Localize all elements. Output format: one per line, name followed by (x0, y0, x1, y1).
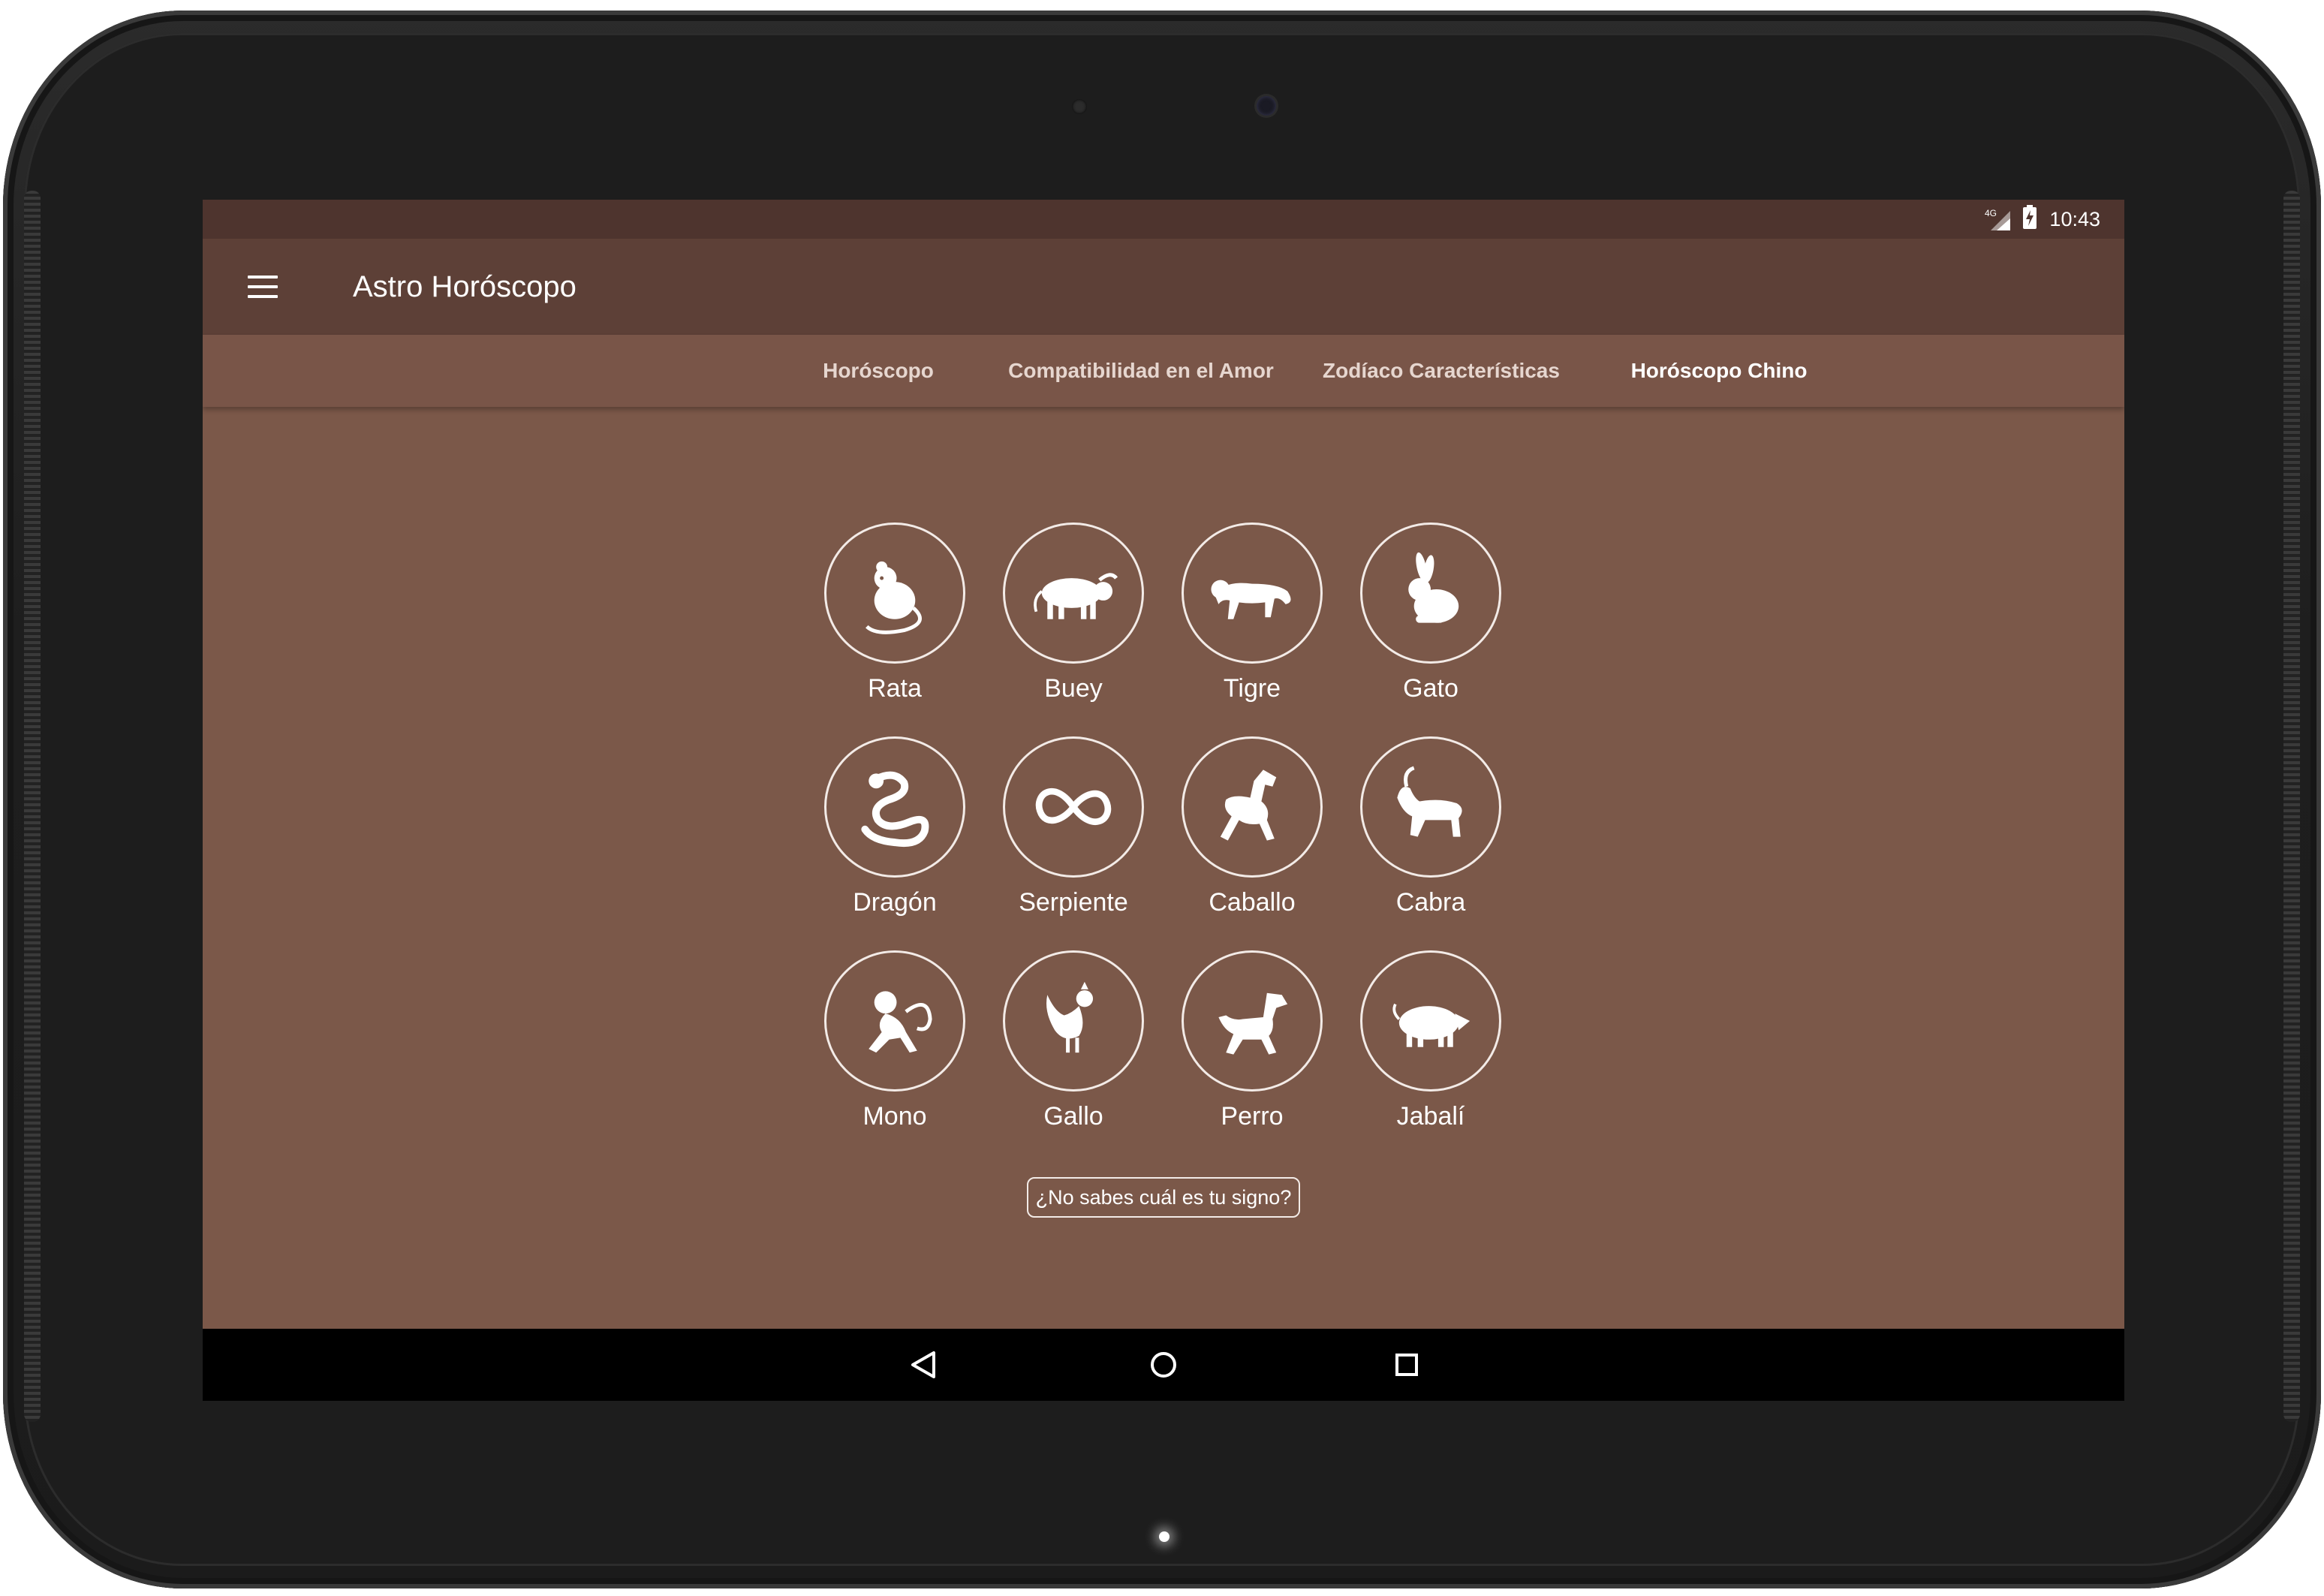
sign-tigre[interactable]: Tigre (1162, 522, 1342, 703)
notification-led (1159, 1531, 1170, 1542)
sign-caballo[interactable]: Caballo (1162, 736, 1342, 917)
snake-icon (1035, 788, 1112, 825)
find-your-sign-button[interactable]: ¿No sabes cuál es tu signo? (1027, 1177, 1300, 1218)
dragon-icon (861, 771, 929, 848)
sign-circle (824, 950, 965, 1092)
sign-label: Gallo (1043, 1102, 1103, 1131)
sign-circle (824, 736, 965, 878)
recents-square-icon[interactable] (1390, 1348, 1423, 1381)
dog-icon (1218, 992, 1288, 1055)
sign-circle (1003, 522, 1144, 664)
sign-serpiente[interactable]: Serpiente (983, 736, 1164, 917)
speaker-grille-right (2283, 191, 2300, 1422)
sign-circle (1003, 736, 1144, 878)
sign-circle (1360, 522, 1501, 664)
sign-gallo[interactable]: Gallo (983, 950, 1164, 1131)
rooster-icon (1046, 981, 1094, 1053)
sign-label: Dragón (853, 888, 937, 917)
sign-label: Perro (1221, 1102, 1284, 1131)
light-sensor (1072, 99, 1087, 114)
sign-mono[interactable]: Mono (805, 950, 985, 1131)
horse-icon (1220, 769, 1277, 841)
rat-icon (865, 561, 922, 634)
boar-icon (1392, 1003, 1471, 1047)
goat-icon (1397, 766, 1462, 837)
sign-circle (1182, 736, 1323, 878)
back-triangle-icon[interactable] (907, 1348, 940, 1381)
sign-label: Buey (1044, 674, 1103, 703)
sign-label: Mono (862, 1102, 927, 1131)
speaker-grille-left (24, 191, 41, 1422)
rabbit-icon (1408, 552, 1459, 623)
sign-circle (1182, 950, 1323, 1092)
sign-dragon[interactable]: Dragón (805, 736, 985, 917)
sign-label: Tigre (1223, 674, 1281, 703)
monkey-icon (868, 991, 932, 1053)
navigation-bar (203, 1329, 2124, 1401)
sign-circle (1003, 950, 1144, 1092)
sign-cabra[interactable]: Cabra (1341, 736, 1521, 917)
home-circle-icon[interactable] (1147, 1348, 1180, 1381)
ox-icon (1034, 573, 1118, 619)
sign-label: Gato (1403, 674, 1459, 703)
sign-circle (1360, 950, 1501, 1092)
sign-label: Caballo (1209, 888, 1296, 917)
sign-circle (1182, 522, 1323, 664)
sign-gato[interactable]: Gato (1341, 522, 1521, 703)
sign-jabali[interactable]: Jabalí (1341, 950, 1521, 1131)
front-camera (1257, 96, 1276, 116)
sign-label: Rata (868, 674, 922, 703)
screen: 4G 10:43 Astro Horóscopo Horóscopo Compa… (203, 200, 2124, 1401)
sign-circle (1360, 736, 1501, 878)
sign-rata[interactable]: Rata (805, 522, 985, 703)
tiger-icon (1211, 580, 1291, 619)
sign-label: Jabalí (1396, 1102, 1465, 1131)
sign-circle (824, 522, 965, 664)
chinese-zodiac-grid: Rata Buey Tigre Gato Dragón Serpiente Ca… (203, 200, 2124, 1401)
sign-buey[interactable]: Buey (983, 522, 1164, 703)
sign-label: Serpiente (1019, 888, 1128, 917)
sign-perro[interactable]: Perro (1162, 950, 1342, 1131)
sign-label: Cabra (1395, 888, 1466, 917)
